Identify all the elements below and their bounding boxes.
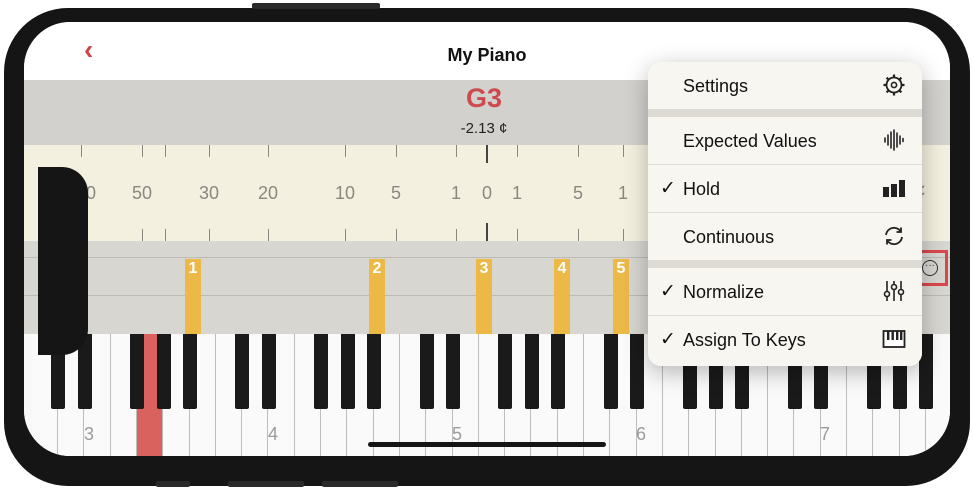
black-key[interactable] bbox=[235, 334, 250, 409]
octave-label: 4 bbox=[268, 424, 279, 444]
black-key[interactable] bbox=[182, 334, 197, 409]
checkmark-icon: ✓ bbox=[660, 178, 676, 199]
ellipsis-circle-icon[interactable]: ··· bbox=[922, 260, 938, 276]
home-indicator bbox=[368, 442, 606, 447]
options-menu: Settings Expected Values ✓ Hold Continuo… bbox=[648, 62, 922, 366]
scale-tick bbox=[165, 229, 166, 241]
scale-label: 5 bbox=[572, 183, 584, 203]
scale-tick bbox=[486, 223, 488, 241]
marker-label: 5 bbox=[616, 260, 626, 277]
camera-notch bbox=[38, 167, 88, 355]
sliders-icon bbox=[883, 281, 905, 301]
scale-label: 30 bbox=[198, 183, 220, 203]
scale-tick bbox=[209, 229, 210, 241]
scale-tick bbox=[209, 145, 210, 157]
scale-tick bbox=[623, 145, 624, 157]
octave-label: 7 bbox=[820, 424, 831, 444]
black-key[interactable] bbox=[551, 334, 565, 409]
scale-label: 0 bbox=[481, 183, 493, 203]
octave-label: 6 bbox=[636, 424, 647, 444]
menu-item-expected-values[interactable]: Expected Values bbox=[648, 117, 922, 164]
scale-label: 1 bbox=[450, 183, 462, 203]
menu-item-label: Assign To Keys bbox=[683, 330, 806, 350]
menu-item-label: Settings bbox=[683, 76, 749, 96]
scale-tick bbox=[623, 229, 624, 241]
scale-tick bbox=[578, 145, 579, 157]
gear-icon bbox=[883, 74, 905, 96]
detected-note: G3 bbox=[465, 83, 503, 113]
refresh-icon bbox=[885, 226, 903, 246]
scale-label: 20 bbox=[257, 183, 279, 203]
partial-marker: 2 bbox=[369, 259, 385, 334]
scale-tick bbox=[517, 229, 518, 241]
scale-tick bbox=[456, 145, 457, 157]
menu-item-continuous[interactable]: Continuous bbox=[648, 213, 922, 260]
checkmark-icon: ✓ bbox=[660, 281, 676, 302]
black-key[interactable] bbox=[629, 334, 644, 409]
partial-marker: 3 bbox=[476, 259, 492, 334]
marker-label: 4 bbox=[557, 260, 567, 277]
app-screen: ‹ My Piano G3 -2.13 ¢ 100 50 30 20 10 5 … bbox=[24, 22, 950, 456]
scale-tick bbox=[142, 229, 143, 241]
phone-button bbox=[228, 481, 304, 487]
marker-label: 3 bbox=[479, 260, 489, 277]
menu-item-settings[interactable]: Settings bbox=[648, 62, 922, 109]
black-key[interactable] bbox=[366, 334, 381, 409]
black-key[interactable] bbox=[524, 334, 539, 409]
black-key[interactable] bbox=[445, 334, 460, 409]
cents-deviation: -2.13 ¢ bbox=[460, 120, 508, 137]
scale-label: 1 bbox=[617, 183, 629, 203]
black-key[interactable] bbox=[419, 334, 434, 409]
scale-tick bbox=[578, 229, 579, 241]
scale-tick bbox=[268, 229, 269, 241]
menu-item-label: Normalize bbox=[683, 282, 765, 302]
piano-icon bbox=[882, 330, 906, 348]
partial-marker: 5 bbox=[613, 259, 629, 334]
checkmark-icon: ✓ bbox=[660, 329, 676, 350]
scale-tick bbox=[486, 145, 488, 163]
scale-tick bbox=[345, 229, 346, 241]
menu-group-separator bbox=[648, 260, 922, 268]
menu-item-hold[interactable]: ✓ Hold bbox=[648, 165, 922, 212]
menu-item-assign-to-keys[interactable]: ✓ Assign To Keys bbox=[648, 316, 922, 366]
scale-label: 10 bbox=[334, 183, 356, 203]
scale-tick bbox=[396, 145, 397, 157]
scale-tick bbox=[456, 229, 457, 241]
scale-label: 1 bbox=[511, 183, 523, 203]
scale-tick bbox=[165, 145, 166, 157]
scale-label: 50 bbox=[131, 183, 153, 203]
scale-tick bbox=[345, 145, 346, 157]
black-key[interactable] bbox=[130, 334, 145, 409]
scale-tick bbox=[142, 145, 143, 157]
black-key[interactable] bbox=[498, 334, 513, 409]
marker-label: 1 bbox=[188, 260, 198, 277]
scale-tick bbox=[396, 229, 397, 241]
black-key[interactable] bbox=[261, 334, 276, 409]
black-key[interactable] bbox=[314, 334, 329, 409]
black-key[interactable] bbox=[340, 334, 355, 409]
menu-item-label: Hold bbox=[683, 179, 721, 199]
scale-tick bbox=[517, 145, 518, 157]
scale-tick bbox=[81, 145, 82, 157]
bars-icon bbox=[883, 180, 905, 197]
octave-label: 3 bbox=[84, 424, 95, 444]
marker-label: 2 bbox=[372, 260, 382, 277]
partial-marker: 4 bbox=[554, 259, 570, 334]
phone-button bbox=[252, 3, 380, 9]
partial-marker: 1 bbox=[185, 259, 201, 334]
scale-tick bbox=[268, 145, 269, 157]
menu-group-separator bbox=[648, 109, 922, 117]
phone-button bbox=[322, 481, 398, 487]
menu-item-normalize[interactable]: ✓ Normalize bbox=[648, 268, 922, 315]
scale-label: 5 bbox=[390, 183, 402, 203]
black-key[interactable] bbox=[603, 334, 618, 409]
waveform-icon bbox=[884, 129, 904, 151]
black-key[interactable] bbox=[156, 334, 171, 409]
phone-button bbox=[156, 481, 190, 487]
menu-item-label: Expected Values bbox=[683, 131, 817, 151]
menu-item-label: Continuous bbox=[683, 227, 775, 247]
